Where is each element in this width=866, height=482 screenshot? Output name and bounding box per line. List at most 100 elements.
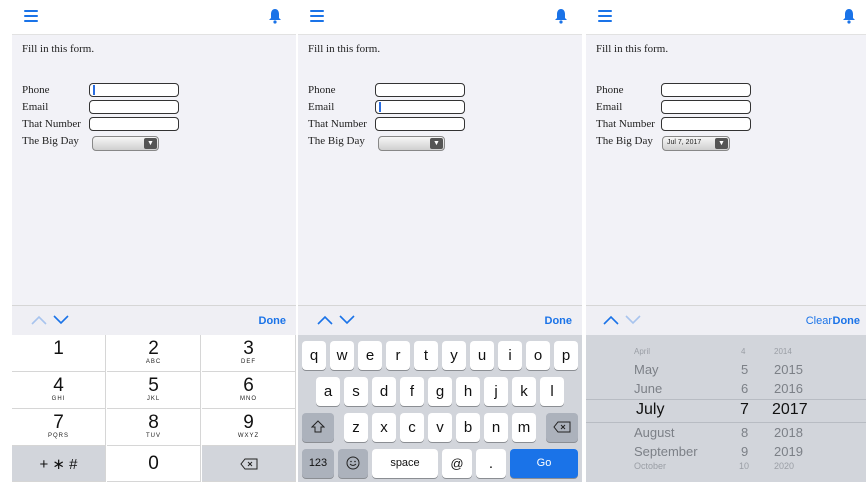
letter-key[interactable]: g	[428, 377, 452, 406]
numpad-key[interactable]: 7 PQRS	[12, 409, 106, 446]
letter-key[interactable]: q	[302, 341, 326, 370]
hamburger-menu-icon[interactable]	[24, 10, 38, 22]
numpad-key[interactable]: 6 MNO	[202, 372, 296, 409]
bigday-row: The Big Day ▼	[22, 134, 222, 151]
delete-key[interactable]	[546, 413, 578, 442]
phone-field[interactable]	[661, 83, 751, 97]
input-accessory-toolbar: Done	[298, 305, 582, 336]
letter-key[interactable]: h	[456, 377, 480, 406]
letter-key[interactable]: l	[540, 377, 564, 406]
bell-icon[interactable]	[554, 8, 568, 24]
form-area: Fill in this form. Phone Email That Numb…	[586, 35, 866, 305]
letter-key[interactable]: r	[386, 341, 410, 370]
done-button[interactable]: Done	[259, 315, 287, 327]
letter-key[interactable]: s	[344, 377, 368, 406]
number-field[interactable]	[661, 117, 751, 131]
selection-line-bottom	[586, 422, 866, 423]
picker-year: 2020	[774, 461, 795, 471]
email-label: Email	[596, 101, 623, 113]
picker-month: July	[636, 401, 665, 418]
picker-row-selected: July 7 2017	[586, 401, 866, 421]
email-field[interactable]	[661, 100, 751, 114]
hamburger-menu-icon[interactable]	[598, 10, 612, 22]
letter-key[interactable]: a	[316, 377, 340, 406]
bigday-date-select[interactable]: ▼	[378, 136, 445, 151]
letter-key[interactable]: m	[512, 413, 536, 442]
numpad-key[interactable]: 8 TUV	[107, 409, 201, 446]
phone-label: Phone	[22, 84, 50, 96]
letter-key[interactable]: u	[470, 341, 494, 370]
picker-year: 2016	[774, 381, 803, 396]
go-key[interactable]: Go	[510, 449, 578, 478]
number-field[interactable]	[89, 117, 179, 131]
number-field[interactable]	[375, 117, 465, 131]
letter-key[interactable]: d	[372, 377, 396, 406]
chevron-up-icon[interactable]	[30, 314, 48, 326]
letter-key[interactable]: f	[400, 377, 424, 406]
letter-key[interactable]: t	[414, 341, 438, 370]
letter-key[interactable]: v	[428, 413, 452, 442]
key-letters: TUV	[146, 433, 161, 439]
zero-key[interactable]: 0	[107, 446, 201, 482]
letter-key[interactable]: x	[372, 413, 396, 442]
date-picker-wheel[interactable]: April 4 2014 May 5 2015 June 6 2016 July…	[586, 335, 866, 482]
letter-key[interactable]: c	[400, 413, 424, 442]
numpad-key[interactable]: 2 ABC	[107, 335, 201, 372]
letter-key[interactable]: y	[442, 341, 466, 370]
bigday-date-select[interactable]: ▼	[92, 136, 159, 151]
letter-key[interactable]: o	[526, 341, 550, 370]
clear-button[interactable]: Clear	[806, 315, 832, 327]
shift-key[interactable]	[302, 413, 334, 442]
form-intro: Fill in this form.	[596, 43, 669, 55]
chevron-down-icon[interactable]	[338, 314, 356, 326]
chevron-up-icon[interactable]	[316, 314, 334, 326]
phone-field[interactable]	[375, 83, 465, 97]
numpad-key[interactable]: 5 JKL	[107, 372, 201, 409]
letter-key[interactable]: p	[554, 341, 578, 370]
key-digit: 0	[148, 453, 159, 474]
bell-icon[interactable]	[268, 8, 282, 24]
numpad-key[interactable]: 9 WXYZ	[202, 409, 296, 446]
numpad-key[interactable]: 1	[12, 335, 106, 372]
backspace-icon	[553, 421, 571, 433]
letter-key[interactable]: k	[512, 377, 536, 406]
letter-key[interactable]: w	[330, 341, 354, 370]
dropdown-arrow-icon: ▼	[144, 138, 157, 149]
symbols-key[interactable]: + ∗ #	[12, 446, 106, 482]
phone-field[interactable]	[89, 83, 179, 97]
phone-screen-numpad: Fill in this form. Phone Email That Numb…	[12, 0, 296, 482]
done-button[interactable]: Done	[545, 315, 573, 327]
bigday-label: The Big Day	[596, 135, 653, 147]
letter-key[interactable]: b	[456, 413, 480, 442]
done-button[interactable]: Done	[833, 315, 861, 327]
picker-day: 4	[741, 347, 746, 356]
shift-arrow-icon	[310, 420, 326, 433]
bell-icon[interactable]	[842, 8, 856, 24]
picker-month: August	[634, 425, 675, 440]
chevron-down-icon[interactable]	[624, 314, 642, 326]
numpad-key[interactable]: 3 DEF	[202, 335, 296, 372]
key-letters: GHI	[51, 396, 66, 402]
emoji-key[interactable]	[338, 449, 368, 478]
top-bar	[586, 0, 866, 35]
letter-key[interactable]: j	[484, 377, 508, 406]
chevron-up-icon[interactable]	[602, 314, 620, 326]
chevron-down-icon[interactable]	[52, 314, 70, 326]
email-field[interactable]	[89, 100, 179, 114]
letter-key[interactable]: z	[344, 413, 368, 442]
dot-key[interactable]: .	[476, 449, 506, 478]
letter-key[interactable]: i	[498, 341, 522, 370]
at-key[interactable]: @	[442, 449, 472, 478]
form-area: Fill in this form. Phone Email That Numb…	[298, 35, 582, 305]
hamburger-menu-icon[interactable]	[310, 10, 324, 22]
numbers-key[interactable]: 123	[302, 449, 334, 478]
space-key[interactable]: space	[372, 449, 438, 478]
letter-key[interactable]: n	[484, 413, 508, 442]
letter-key[interactable]: e	[358, 341, 382, 370]
bigday-row: The Big Day Jul 7, 2017 ▼	[596, 134, 796, 151]
bigday-date-select[interactable]: Jul 7, 2017 ▼	[662, 136, 730, 151]
delete-key[interactable]	[202, 446, 296, 482]
email-field[interactable]	[375, 100, 465, 114]
form-intro: Fill in this form.	[22, 43, 95, 55]
numpad-key[interactable]: 4 GHI	[12, 372, 106, 409]
